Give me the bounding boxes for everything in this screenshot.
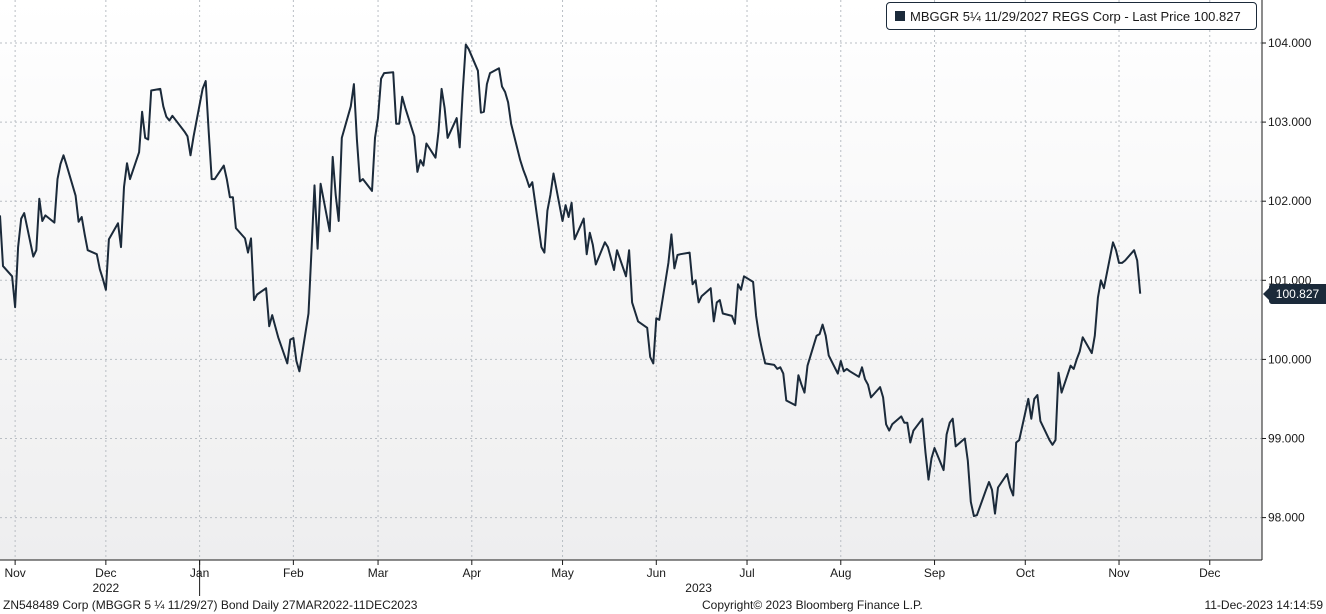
- y-tick-label: 103.000: [1268, 115, 1312, 129]
- y-tick-label: 104.000: [1268, 36, 1312, 50]
- y-tick-label: 98.000: [1268, 511, 1305, 525]
- last-price-tag: 100.827: [1263, 284, 1326, 304]
- x-tick-label: Jul: [739, 566, 754, 580]
- footer-left: ZN548489 Corp (MBGGR 5 ¼ 11/29/27) Bond …: [3, 598, 418, 612]
- x-tick-label: Nov: [1108, 566, 1129, 580]
- x-tick-label: Feb: [283, 566, 304, 580]
- y-tick-label: 100.000: [1268, 352, 1312, 366]
- price-chart: 98.00099.000100.000101.000102.000103.000…: [0, 0, 1312, 596]
- x-tick-label: Apr: [462, 566, 481, 580]
- legend-swatch: [895, 11, 905, 21]
- x-tick-label: Dec: [95, 566, 116, 580]
- x-tick-label: Dec: [1199, 566, 1220, 580]
- x-tick-label: Jun: [647, 566, 666, 580]
- y-tick-label: 99.000: [1268, 432, 1305, 446]
- y-tick-label: 102.000: [1268, 194, 1312, 208]
- x-tick-label: Mar: [368, 566, 389, 580]
- x-tick-label: Aug: [830, 566, 851, 580]
- year-label: 2023: [685, 581, 712, 595]
- x-tick-label: May: [551, 566, 574, 580]
- x-tick-label: Nov: [4, 566, 25, 580]
- x-tick-label: Oct: [1016, 566, 1035, 580]
- footer-timestamp: 11-Dec-2023 14:14:59: [1204, 598, 1323, 612]
- x-tick-label: Sep: [924, 566, 946, 580]
- year-label: 2022: [93, 581, 120, 595]
- legend-text: MBGGR 5¼ 11/29/2027 REGS Corp - Last Pri…: [910, 8, 1241, 24]
- legend: MBGGR 5¼ 11/29/2027 REGS Corp - Last Pri…: [886, 2, 1257, 30]
- footer-copyright: Copyright© 2023 Bloomberg Finance L.P.: [702, 598, 923, 612]
